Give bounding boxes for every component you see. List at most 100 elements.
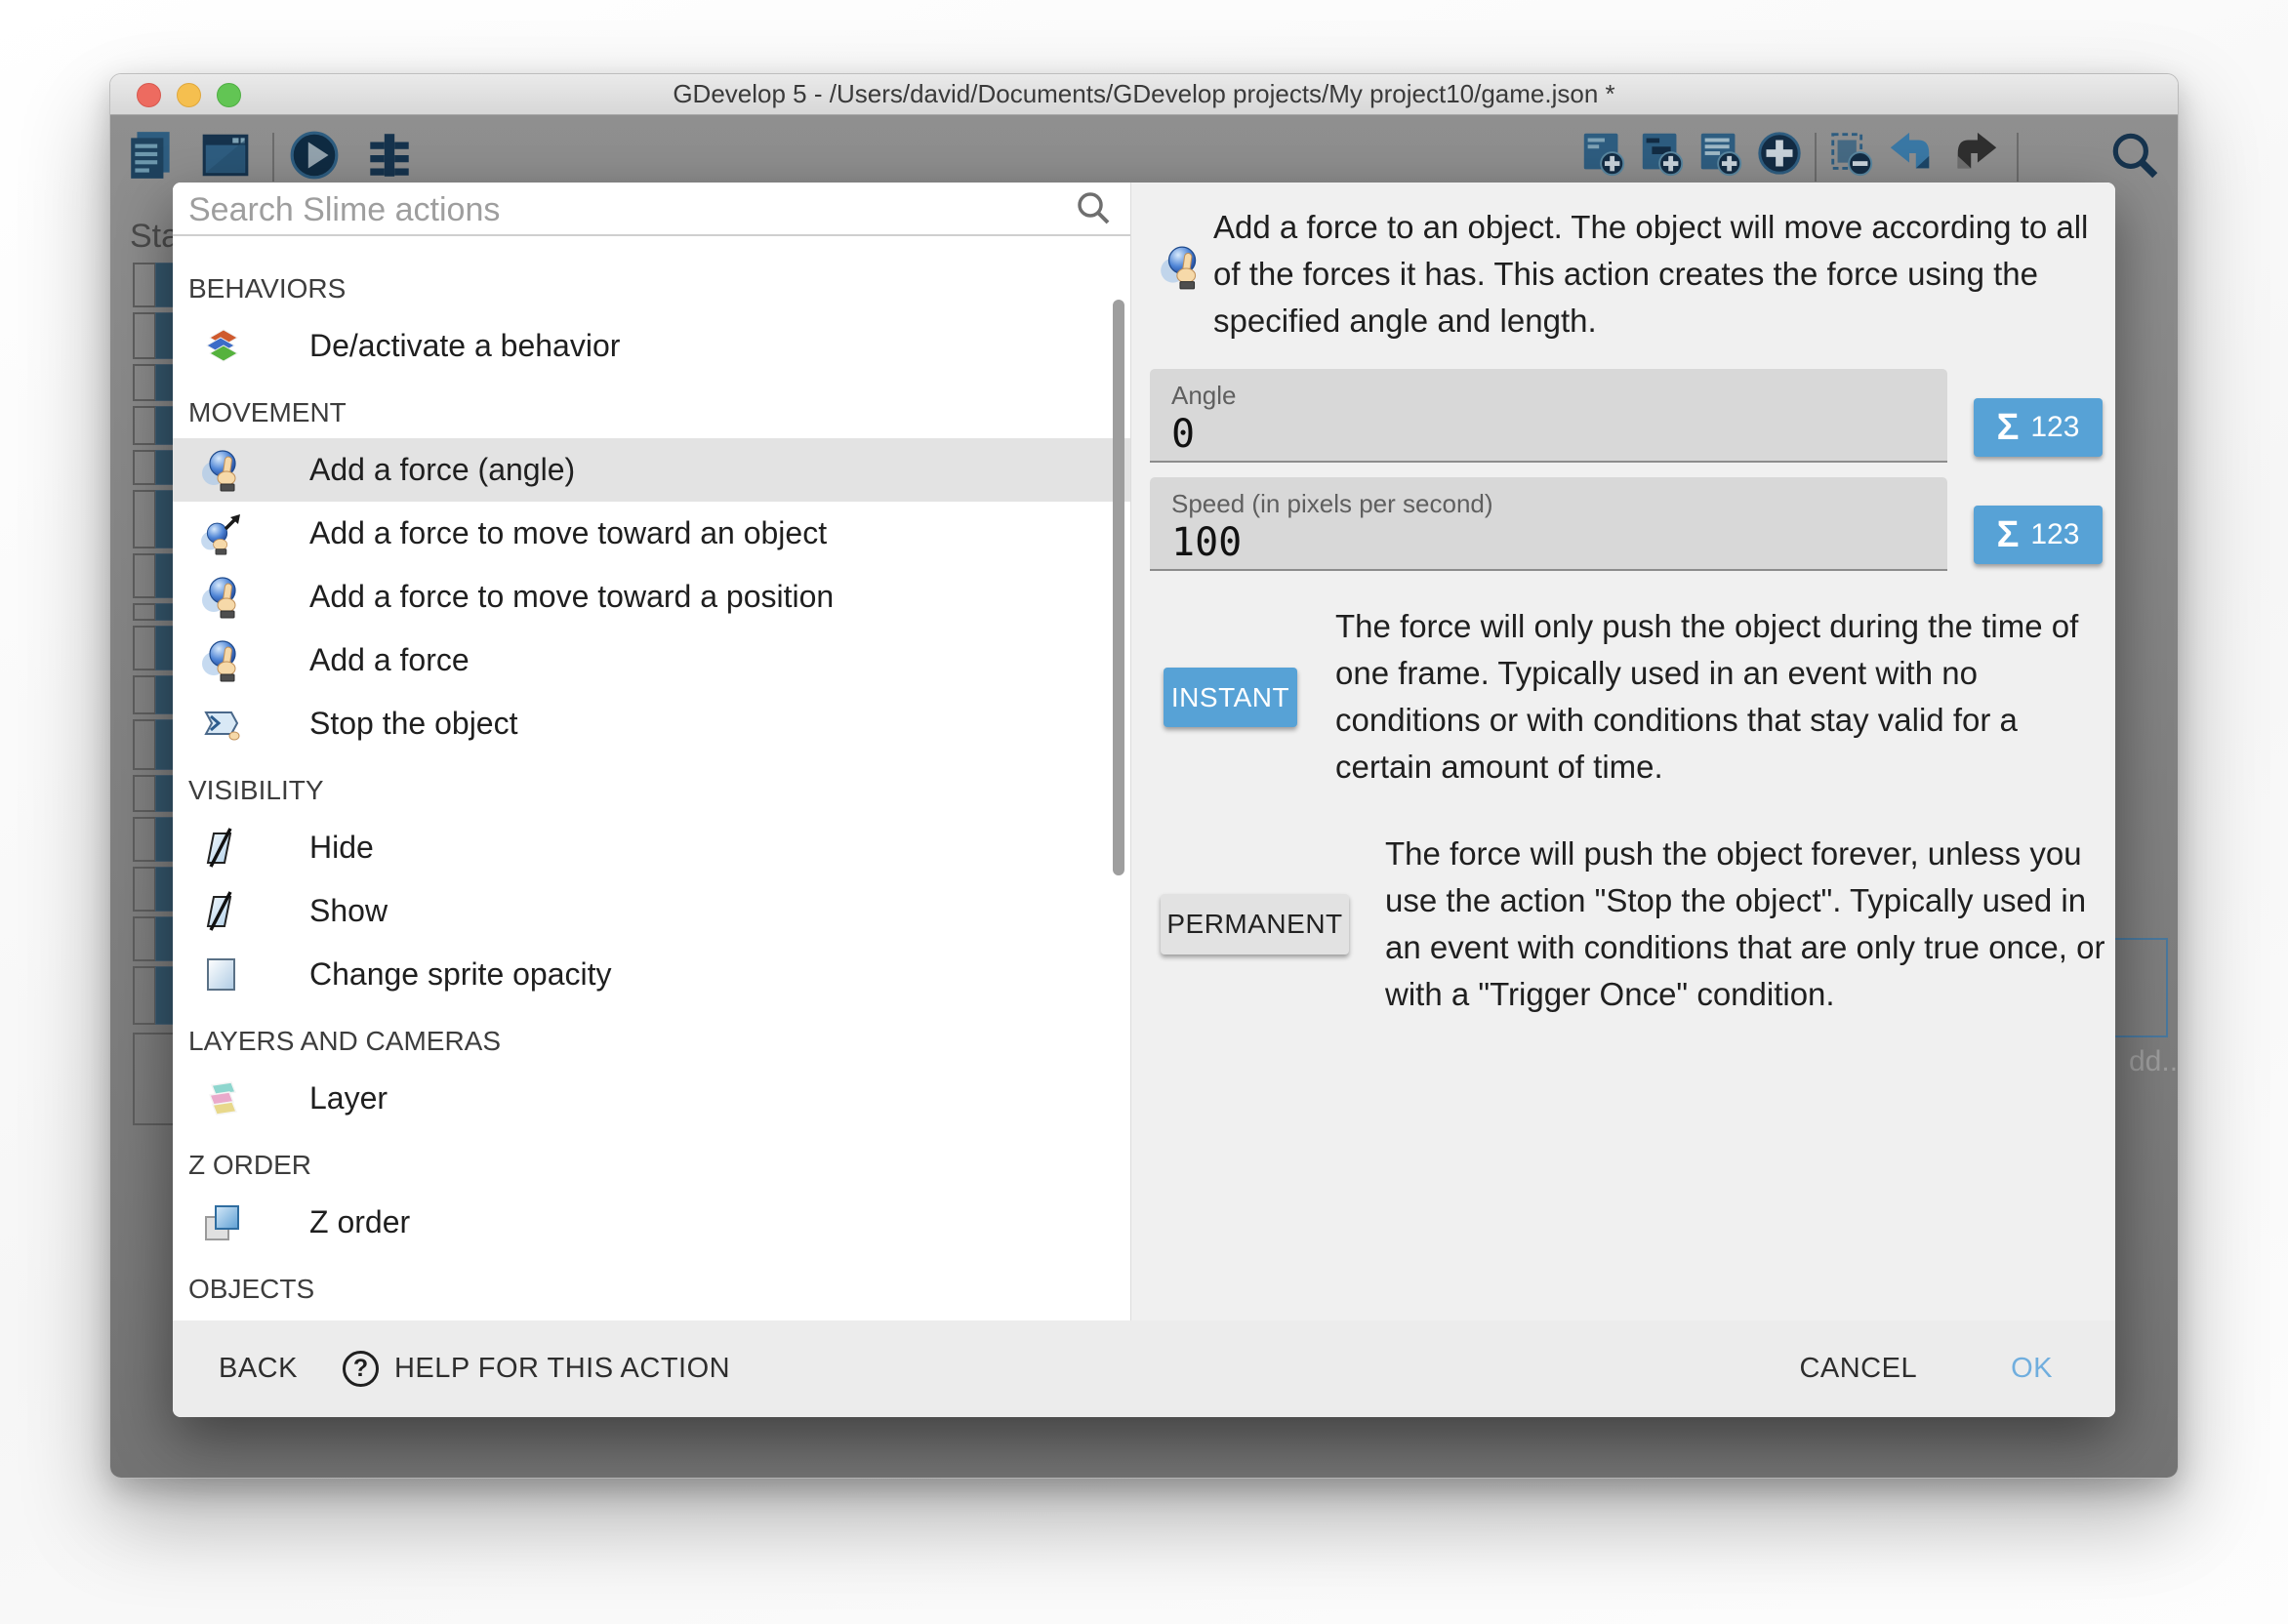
action-description: Add a force to an object. The object wil…: [1213, 204, 2111, 345]
event-condition-box: [133, 364, 156, 401]
empty-event-outline: [133, 1033, 177, 1125]
instruction-editor-dialog: BEHAVIORS De/activate a behavior MOVEMEN…: [173, 183, 2115, 1417]
events-sheet-icon[interactable]: [125, 128, 180, 183]
window-title: GDevelop 5 - /Users/david/Documents/GDev…: [673, 79, 1614, 109]
action-label: Add a force (angle): [309, 452, 575, 488]
z-order-icon: [198, 1199, 245, 1246]
angle-expression-button[interactable]: Σ 123: [1974, 398, 2103, 457]
list-section-header: VISIBILITY: [173, 755, 1130, 816]
list-item-show[interactable]: Show: [173, 879, 1130, 943]
ok-button[interactable]: OK: [2011, 1353, 2053, 1385]
section-label: BEHAVIORS: [188, 273, 346, 304]
action-label: Z order: [309, 1204, 410, 1240]
help-button[interactable]: ? HELP FOR THIS ACTION: [343, 1351, 730, 1387]
section-label: OBJECTS: [188, 1274, 314, 1305]
traffic-lights: [137, 83, 241, 107]
search-input[interactable]: [188, 188, 1038, 231]
list-item-layer[interactable]: Layer: [173, 1067, 1130, 1130]
action-label: Change sprite opacity: [309, 956, 612, 993]
angle-field[interactable]: Angle 0: [1150, 369, 1947, 463]
undo-icon[interactable]: [1885, 128, 1936, 179]
list-item-change-opacity[interactable]: Change sprite opacity: [173, 943, 1130, 1006]
action-list: BEHAVIORS De/activate a behavior MOVEMEN…: [173, 238, 1130, 1320]
event-condition-box: [133, 263, 156, 307]
action-label: Add a force to move toward an object: [309, 515, 827, 551]
toolbar-divider: [1815, 133, 1817, 182]
list-item-hide[interactable]: Hide: [173, 816, 1130, 879]
action-list-pane: BEHAVIORS De/activate a behavior MOVEMEN…: [173, 183, 1130, 1320]
add-circle-icon[interactable]: [1754, 128, 1805, 179]
force-icon: [1157, 243, 1205, 292]
list-item-stop-object[interactable]: Stop the object: [173, 692, 1130, 755]
back-button[interactable]: BACK: [219, 1353, 298, 1385]
action-label: Add a force to move toward a position: [309, 579, 834, 615]
event-condition-box: [133, 867, 156, 912]
event-condition-box: [133, 966, 156, 1025]
action-label: Hide: [309, 830, 374, 866]
list-section-header: BEHAVIORS: [173, 254, 1130, 314]
list-section-header: Z ORDER: [173, 1130, 1130, 1191]
speed-expression-button[interactable]: Σ 123: [1974, 506, 2103, 564]
add-subevent-icon[interactable]: [1637, 128, 1688, 179]
event-condition-box: [133, 817, 156, 862]
list-item-deactivate-behavior[interactable]: De/activate a behavior: [173, 314, 1130, 378]
truncated-add-button: dd...: [2129, 1045, 2179, 1078]
list-item-z-order[interactable]: Z order: [173, 1191, 1130, 1254]
search-bar: [173, 183, 1130, 236]
redo-icon[interactable]: [1951, 128, 2002, 179]
show-icon: [198, 888, 245, 935]
section-label: MOVEMENT: [188, 397, 347, 428]
list-section-header: OBJECTS: [173, 1254, 1130, 1315]
search-icon: [1074, 189, 1113, 228]
list-item-add-force-angle[interactable]: Add a force (angle): [173, 438, 1130, 502]
event-condition-box: [133, 312, 156, 359]
angle-field-value[interactable]: 0: [1171, 412, 1195, 457]
action-label: Layer: [309, 1080, 388, 1116]
remove-event-icon[interactable]: [1826, 128, 1877, 179]
instant-button[interactable]: INSTANT: [1164, 668, 1297, 727]
cancel-button[interactable]: CANCEL: [1799, 1353, 1917, 1385]
speed-field[interactable]: Speed (in pixels per second) 100: [1150, 477, 1947, 571]
event-condition-box: [133, 719, 156, 770]
toolbar-divider: [272, 133, 274, 182]
scene-editor-icon[interactable]: [198, 128, 253, 183]
speed-field-value[interactable]: 100: [1171, 520, 1242, 565]
event-condition-box: [133, 626, 156, 670]
list-section-header: LAYERS AND CAMERAS: [173, 1006, 1130, 1067]
opacity-icon: [198, 952, 245, 998]
action-label: Add a force: [309, 642, 470, 678]
sigma-icon: Σ: [1997, 514, 2020, 556]
close-window-button[interactable]: [137, 83, 161, 107]
permanent-description: The force will push the object forever, …: [1385, 831, 2115, 1018]
section-label: LAYERS AND CAMERAS: [188, 1026, 501, 1057]
event-condition-box: [133, 450, 156, 485]
zoom-window-button[interactable]: [217, 83, 241, 107]
event-condition-box: [133, 490, 156, 548]
action-label: De/activate a behavior: [309, 328, 620, 364]
help-icon: ?: [343, 1351, 379, 1387]
force-icon: [198, 574, 245, 621]
list-item-add-force[interactable]: Add a force: [173, 629, 1130, 692]
event-condition-box: [133, 553, 156, 598]
list-section-header: MOVEMENT: [173, 378, 1130, 438]
list-item-force-toward-object[interactable]: Add a force to move toward an object: [173, 502, 1130, 565]
force-icon: [198, 637, 245, 684]
titlebar: GDevelop 5 - /Users/david/Documents/GDev…: [110, 74, 2178, 115]
expression-123-label: 123: [2030, 518, 2079, 551]
event-condition-box: [133, 775, 156, 812]
preview-play-icon[interactable]: [287, 128, 342, 183]
instant-description: The force will only push the object duri…: [1335, 603, 2106, 791]
permanent-button[interactable]: PERMANENT: [1161, 894, 1349, 954]
action-label: Stop the object: [309, 706, 517, 742]
add-comment-icon[interactable]: [1696, 128, 1746, 179]
list-scrollbar[interactable]: [1113, 300, 1124, 875]
force-icon: [198, 447, 245, 494]
hide-icon: [198, 825, 245, 872]
minimize-window-button[interactable]: [177, 83, 201, 107]
debug-icon[interactable]: [362, 128, 417, 183]
add-event-icon[interactable]: [1578, 128, 1629, 179]
search-toolbar-icon[interactable]: [2107, 128, 2162, 183]
action-label: Show: [309, 893, 388, 929]
behavior-icon: [198, 323, 245, 370]
list-item-force-toward-position[interactable]: Add a force to move toward a position: [173, 565, 1130, 629]
